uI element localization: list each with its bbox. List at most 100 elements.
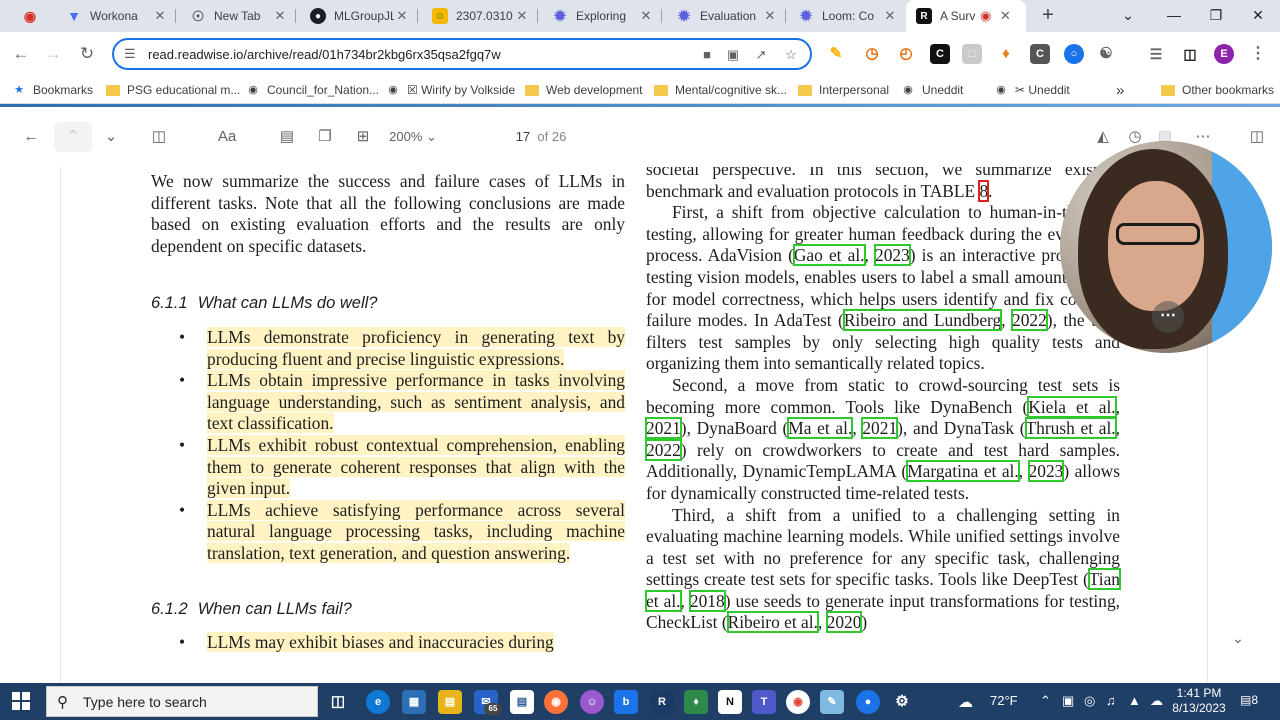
font-settings-button[interactable]: Aa (214, 126, 240, 148)
tray-overflow-icon[interactable]: ⌃ (1040, 693, 1051, 709)
task-view-icon[interactable]: ◫ (326, 690, 350, 714)
bookmark-item[interactable]: ◉ ✂ Uneddit (994, 81, 1070, 99)
bookmarks-overflow-button[interactable]: » (1116, 81, 1124, 99)
store-icon[interactable]: ▦ (402, 690, 426, 714)
tab-new-tab[interactable]: ☉ New Tab ✕ (180, 0, 296, 32)
restore-button[interactable]: ❐ (1196, 0, 1236, 32)
add-note-icon[interactable]: ⊞ (352, 126, 374, 148)
citation-link[interactable]: Ribeiro et al. (726, 611, 819, 634)
zoom-select[interactable]: 200% ⌄ (388, 126, 438, 148)
citation-link[interactable]: Gao et al. (792, 244, 866, 267)
extension-c-icon[interactable]: C (930, 44, 950, 64)
star-icon[interactable]: ☆ (782, 46, 800, 64)
citation-year-link[interactable]: 2021 (861, 417, 899, 440)
webcam-bubble[interactable]: ⋯ (1060, 141, 1272, 353)
game-icon[interactable]: ☺ (580, 690, 604, 714)
close-icon[interactable]: ✕ (638, 8, 654, 24)
tab-github[interactable]: ● MLGroupJL ✕ (300, 0, 418, 32)
chrome-icon[interactable]: ◉ (786, 690, 810, 714)
back-button[interactable]: ← (10, 43, 32, 65)
windows-start-icon[interactable] (12, 692, 30, 710)
weather-cloud-icon[interactable]: ☁ (958, 693, 973, 711)
citation-year-link[interactable]: 2023 (1027, 460, 1065, 483)
zoom-app-icon[interactable]: ● (856, 690, 880, 714)
new-tab-button[interactable]: + (1036, 4, 1060, 28)
tab-a-survey[interactable]: R A Surv ◉ ✕ (906, 0, 1026, 32)
metamask-icon[interactable]: ♦ (996, 44, 1016, 64)
bookmark-item[interactable]: ◉ Council_for_Nation... (246, 81, 379, 99)
tab-arxiv[interactable]: ☺ 2307.0310 ✕ (422, 0, 538, 32)
highlighter-icon[interactable]: ✎ (826, 44, 846, 64)
weather-temperature[interactable]: 72°F (990, 693, 1018, 708)
extension-dark-icon[interactable]: C (1030, 44, 1050, 64)
sidebar-toggle-icon[interactable]: ◫ (148, 126, 170, 148)
volume-icon[interactable]: ♫ (1106, 693, 1116, 708)
highlighted-text[interactable]: LLMs may exhibit biases and inaccuracies… (207, 632, 554, 653)
camera-icon[interactable]: ■ (698, 46, 716, 64)
extension-grey-icon[interactable]: □ (962, 44, 982, 64)
tab-recording[interactable]: ◉ (12, 0, 48, 32)
microphone-icon[interactable]: ◎ (1084, 693, 1095, 709)
close-icon[interactable]: ✕ (394, 8, 410, 24)
highlighted-text[interactable]: LLMs exhibit robust contextual comprehen… (207, 434, 625, 499)
citation-link[interactable]: Kiela et al. (1027, 395, 1117, 418)
citation-year-link[interactable]: 2021 (645, 417, 682, 440)
clock-icon[interactable]: ◴ (896, 44, 916, 64)
inbox-icon[interactable]: ◭ (1092, 126, 1114, 148)
citation-year-link[interactable]: 2022 (1011, 309, 1048, 332)
teams-icon[interactable]: T (752, 690, 776, 714)
install-icon[interactable]: ▣ (724, 46, 742, 64)
r-app-icon[interactable]: R (650, 690, 674, 714)
tab-evaluation[interactable]: ✹ Evaluation ✕ (666, 0, 786, 32)
citation-link[interactable]: Thrush et al. (1024, 417, 1117, 440)
bookmark-item[interactable]: Interpersonal (798, 81, 889, 99)
bookmark-item[interactable]: ◉ Uneddit (901, 81, 963, 99)
close-window-button[interactable]: ✕ (1238, 0, 1278, 32)
document-viewer[interactable]: We now summarize the success and failure… (60, 167, 1208, 684)
bookmark-item[interactable]: ★ Bookmarks (12, 81, 93, 99)
settings-gear-icon[interactable]: ⚙ (890, 690, 914, 714)
extension-blue-icon[interactable]: ○ (1064, 44, 1084, 64)
highlighted-text[interactable]: LLMs demonstrate proficiency in generati… (207, 326, 625, 369)
highlighted-text[interactable]: LLMs achieve satisfying performance acro… (207, 499, 625, 563)
bluetooth-icon[interactable]: b (614, 690, 638, 714)
citation-year-link[interactable]: 2023 (874, 244, 911, 267)
next-document-button[interactable]: ⌄ (100, 126, 122, 148)
tab-workona[interactable]: ▼ Workona ✕ (56, 0, 176, 32)
notification-icon[interactable]: ▤8 (1240, 693, 1258, 707)
menu-icon[interactable]: ⋮ (1248, 44, 1268, 64)
more-options-icon[interactable]: ⋯ (1152, 301, 1184, 333)
notes-icon[interactable]: ▤ (276, 126, 298, 148)
share-icon[interactable]: ↗ (752, 46, 770, 64)
history-icon[interactable]: ◷ (862, 44, 882, 64)
taskbar-search[interactable]: ⚲ Type here to search (46, 686, 318, 717)
taskbar-clock[interactable]: 1:41 PM 8/13/2023 (1170, 686, 1228, 716)
site-info-icon[interactable]: ☰ (124, 46, 136, 62)
network-icon[interactable]: ▲ (1128, 693, 1141, 708)
side-panel-icon[interactable]: ◫ (1180, 44, 1200, 64)
close-icon[interactable]: ✕ (882, 8, 898, 24)
previous-document-button[interactable]: ⌃ (54, 122, 92, 152)
chevron-down-icon[interactable]: ⌄ (1228, 630, 1248, 650)
notion-icon[interactable]: N (718, 690, 742, 714)
tab-exploring[interactable]: ✹ Exploring ✕ (542, 0, 662, 32)
close-icon[interactable]: ✕ (272, 8, 288, 24)
close-icon[interactable]: ✕ (514, 8, 530, 24)
back-arrow-icon[interactable]: ← (20, 126, 42, 148)
meet-icon[interactable]: ▣ (1062, 693, 1074, 709)
citation-link[interactable]: Ma et al. (787, 417, 854, 440)
close-icon[interactable]: ✕ (762, 8, 778, 24)
reload-button[interactable]: ↻ (76, 43, 98, 65)
highlighted-text[interactable]: LLMs obtain impressive performance in ta… (207, 370, 625, 434)
file-explorer-icon[interactable]: ▤ (438, 690, 462, 714)
citation-link[interactable]: Margatina et al. (906, 460, 1020, 483)
onedrive-icon[interactable]: ☁ (1150, 693, 1163, 709)
bookmark-item[interactable]: Web development (525, 81, 643, 99)
bookmark-item[interactable]: ◉ ☒ Wirify by Volkside (386, 81, 515, 99)
page-indicator[interactable]: 17 of 26 (510, 126, 572, 148)
copy-icon[interactable]: ❐ (314, 126, 336, 148)
firefox-icon[interactable]: ◉ (544, 690, 568, 714)
close-icon[interactable]: ✕ (997, 8, 1013, 24)
citation-year-link[interactable]: 2020 (825, 611, 863, 634)
reading-list-icon[interactable]: ☰ (1146, 44, 1166, 64)
